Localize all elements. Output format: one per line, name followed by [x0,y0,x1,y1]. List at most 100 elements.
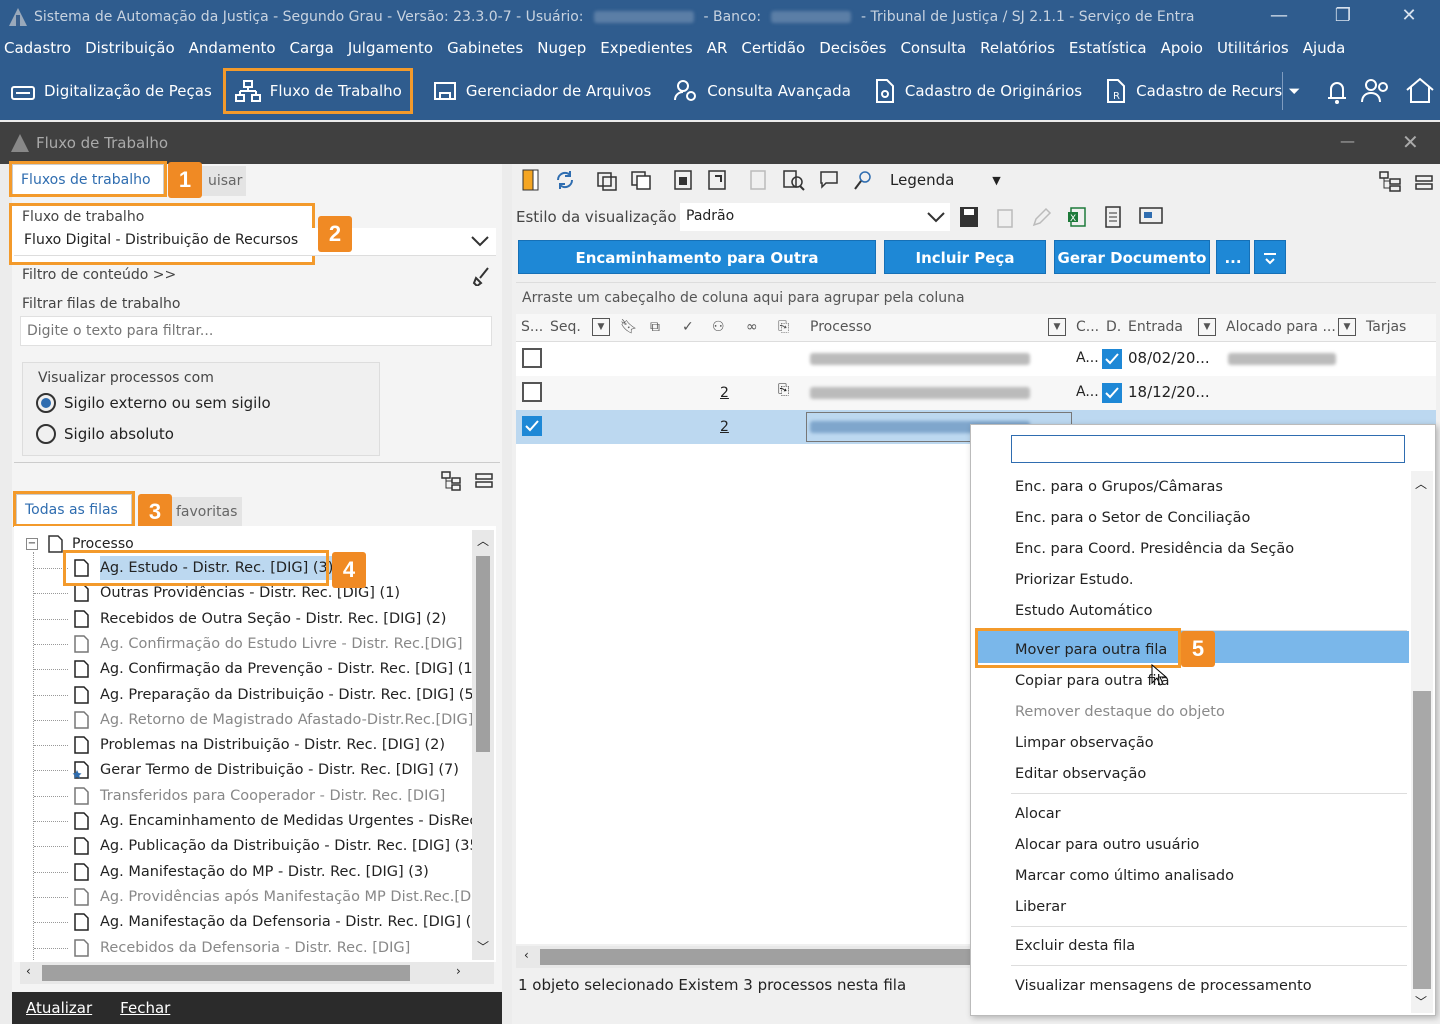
tree-scrollbar-thumb[interactable] [476,556,490,752]
comment-icon[interactable] [818,168,840,192]
menu-item-liberar[interactable]: Liberar [1015,895,1066,919]
fluxo-trabalho-button[interactable]: Fluxo de Trabalho [222,68,413,114]
queue-item[interactable]: Ag. Preparação da Distribuição - Distr. … [72,683,472,707]
minimize-button[interactable]: — [1256,0,1302,34]
consulta-avancada-button[interactable]: Consulta Avançada [665,71,859,111]
table-row[interactable]: A... 08/02/20... [516,342,1436,376]
tree-hscrollbar[interactable]: ‹ › [20,962,494,984]
queue-item[interactable]: Ag. Confirmação do Estudo Livre - Distr.… [72,632,463,656]
col-s[interactable]: S... [521,319,543,335]
search-doc-icon[interactable] [782,168,806,192]
restore-button[interactable]: ❐ [1320,0,1366,34]
scroll-up-icon[interactable]: ︿ [1415,475,1427,492]
cadastro-recurso-button[interactable]: R Cadastro de Recurs ⏷ [1096,71,1308,111]
save-icon[interactable] [958,205,980,229]
menu-ar[interactable]: AR [707,39,728,57]
scroll-left-icon[interactable]: ‹ [524,948,529,962]
new-document-icon[interactable] [520,168,542,192]
queue-item[interactable]: Ag. Confirmação da Prevenção - Distr. Re… [72,657,472,681]
menu-ajuda[interactable]: Ajuda [1303,39,1346,57]
gerenciador-button[interactable]: Gerenciador de Arquivos [424,71,659,111]
menu-item-marcar-ultimo[interactable]: Marcar como último analisado [1015,864,1234,888]
menu-item-enc-grupos[interactable]: Enc. para o Grupos/Câmaras [1015,475,1223,499]
cadastro-originarios-button[interactable]: Cadastro de Originários [865,71,1090,111]
tree-root[interactable]: − Processo [26,534,134,554]
bookmark-col-icon[interactable]: 🔖︎ [620,319,638,335]
menu-decisoes[interactable]: Decisões [819,39,886,57]
gerar-documento-button[interactable]: Gerar Documento [1054,240,1210,274]
col-processo[interactable]: Processo [810,319,872,335]
estilo-select[interactable]: Padrão [680,203,950,231]
fechar-button[interactable]: Fechar [120,999,170,1017]
pin-icon[interactable] [852,168,874,192]
check-col-icon[interactable]: ✓ [682,319,694,335]
queue-item[interactable]: Ag. Encaminhamento de Medidas Urgentes -… [72,809,472,833]
legenda-dropdown[interactable]: Legenda [890,171,954,189]
context-menu-scrollbar[interactable]: ︿ ﹀ [1411,471,1433,1013]
queue-item[interactable]: Ag. Manifestação da Defensoria - Distr. … [72,910,472,934]
toolbar-overflow-icon[interactable]: ⏷ [1288,82,1300,100]
attach-col-icon[interactable]: ⎘ [778,319,789,335]
row-seq[interactable]: 2 [720,385,729,401]
scroll-up-icon[interactable]: ︿ [477,532,489,549]
scroll-left-icon[interactable]: ‹ [26,964,31,978]
more-actions-button[interactable]: ... [1216,240,1250,274]
menu-carga[interactable]: Carga [290,39,334,57]
report-icon[interactable] [1102,205,1124,229]
menu-item-enc-conciliacao[interactable]: Enc. para o Setor de Conciliação [1015,506,1250,530]
filtro-conteudo-link[interactable]: Filtro de conteúdo >> [22,267,176,283]
tab-pesquisar[interactable]: uisar [200,166,246,196]
col-d[interactable]: D. [1106,319,1121,335]
menu-item-priorizar[interactable]: Priorizar Estudo. [1015,568,1133,592]
bell-icon[interactable] [1322,76,1352,106]
scroll-down-icon[interactable]: ﹀ [477,938,489,955]
attachment-icon[interactable]: ⎘ [778,382,789,398]
home-icon[interactable] [1404,76,1436,106]
refresh-icon[interactable] [554,168,576,192]
seq-filter-icon[interactable]: ▼ [592,318,610,336]
encaminhamento-button[interactable]: Encaminhamento para Outra Seção/Subseção [518,240,876,301]
row-checkbox[interactable] [522,348,542,368]
queue-item[interactable]: Ag. Providências após Manifestação MP Di… [72,885,472,909]
menu-consulta[interactable]: Consulta [900,39,966,57]
menu-item-limpar-observacao[interactable]: Limpar observação [1015,731,1154,755]
grid-hscrollbar-thumb[interactable] [540,949,970,965]
col-seq[interactable]: Seq. [550,319,581,335]
radio-sigilo-externo[interactable]: Sigilo externo ou sem sigilo [36,393,271,413]
legenda-chevron-icon[interactable]: ▼ [992,174,1000,187]
row-seq[interactable]: 2 [720,419,729,435]
menu-apoio[interactable]: Apoio [1161,39,1203,57]
menu-julgamento[interactable]: Julgamento [348,39,433,57]
alocado-filter-icon[interactable]: ▼ [1338,318,1356,336]
menu-certidao[interactable]: Certidão [741,39,805,57]
link-col-icon[interactable]: ∞ [746,319,758,335]
col-entrada[interactable]: Entrada [1128,319,1183,335]
export-icon[interactable] [706,168,728,192]
scroll-right-icon[interactable]: › [456,964,461,978]
close-button[interactable]: ✕ [1386,0,1432,34]
table-row[interactable]: 2 ⎘ A... 18/12/20... [516,376,1436,410]
radio-sigilo-absoluto[interactable]: Sigilo absoluto [36,424,174,444]
excel-icon[interactable]: X [1066,205,1088,229]
queue-item[interactable]: Recebidos da Defensoria - Distr. Rec. [D… [72,936,410,960]
screen-icon[interactable] [1138,205,1164,229]
menu-distribuicao[interactable]: Distribuição [85,39,175,57]
menu-relatorios[interactable]: Relatórios [980,39,1055,57]
queue-item[interactable]: Ag. Publicação da Distribuição - Distr. … [72,834,472,858]
menu-item-alocar-outro[interactable]: Alocar para outro usuário [1015,833,1199,857]
grid-list-icon[interactable] [1414,174,1434,192]
tree-hscrollbar-thumb[interactable] [42,965,410,981]
menu-item-enc-coord[interactable]: Enc. para Coord. Presidência da Seção [1015,537,1294,561]
queue-item[interactable]: Ag. Manifestação do MP - Distr. Rec. [DI… [72,860,429,884]
tree-col-icon[interactable]: ⚇ [712,319,725,335]
actions-dropdown-button[interactable] [1254,240,1286,274]
entrada-filter-icon[interactable]: ▼ [1198,318,1216,336]
context-menu-search-input[interactable] [1011,435,1405,463]
window-close-button[interactable]: ✕ [1402,130,1419,154]
row-checkbox-checked[interactable] [522,416,542,436]
tree-expand-icon[interactable] [440,470,464,492]
col-alocado[interactable]: Alocado para ... [1226,319,1336,335]
scroll-down-icon[interactable]: ﹀ [1415,993,1427,1010]
digitalizacao-button[interactable]: Digitalização de Peças [2,71,220,111]
tab-todas-filas[interactable]: Todas as filas [13,491,135,527]
